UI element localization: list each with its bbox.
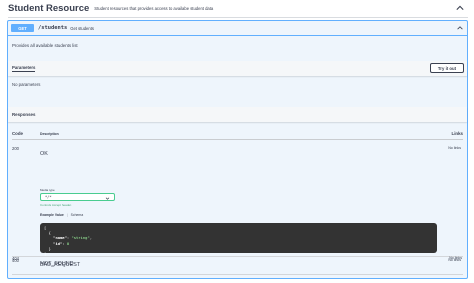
chevron-up-icon[interactable] [456,4,464,12]
column-header-links: Links [451,131,463,136]
chevron-down-icon [105,197,110,200]
column-header-description: Description [40,132,59,136]
operation-summary[interactable]: GET /students Get students [8,21,467,36]
example-code-block: [ { "name": "string", "id": 0 } ] [40,223,437,256]
media-type-select[interactable]: */* [40,193,115,201]
response-links: No links [449,256,462,260]
try-it-out-button[interactable]: Try it out [430,63,464,73]
method-badge: GET [11,24,34,32]
code-value-name: "string" [71,235,90,241]
responses-section-header: Responses [8,107,467,122]
tab-schema[interactable]: Schema [71,213,83,217]
chevron-up-icon[interactable] [457,25,463,31]
media-type-value: */* [45,195,52,199]
tab-divider: | [66,213,68,217]
response-links: No links [448,146,461,150]
media-type-label: Media type [40,188,55,192]
code-key-id: "id" [53,240,63,246]
code-open-brace: { [48,230,51,236]
operation-description: Provides all available students list [12,43,78,48]
operation-block: GET /students Get students Provides all … [7,20,468,279]
resource-description: Student resources that provides access t… [94,6,214,11]
operation-path: /students [38,25,68,31]
tab-example-value[interactable]: Example Value [40,213,64,217]
response-code: 404 [12,256,19,261]
responses-title: Responses [12,112,36,117]
no-parameters-text: No parameters [12,82,41,87]
response-description: NOT_FOUND [40,261,74,267]
parameters-section-header: Parameters Try it out [8,61,467,76]
responses-table-header: Code Description Links [12,131,463,140]
response-description: OK [40,151,48,157]
media-type-hint: Controls Accept header. [40,203,72,207]
code-value-id: 0 [66,240,70,246]
tab-parameters[interactable]: Parameters [12,65,36,72]
resource-header[interactable]: Student Resource Student resources that … [8,0,468,18]
code-close-brace: } [48,245,51,251]
response-code: 200 [12,146,19,151]
row-divider [12,256,463,257]
column-header-code: Code [12,131,23,136]
code-open-bracket: [ [44,225,47,230]
example-tabs: Example Value | Schema [40,213,83,217]
resource-title: Student Resource [8,3,90,14]
operation-summary-text: Get students [70,25,94,31]
row-divider [12,274,463,275]
